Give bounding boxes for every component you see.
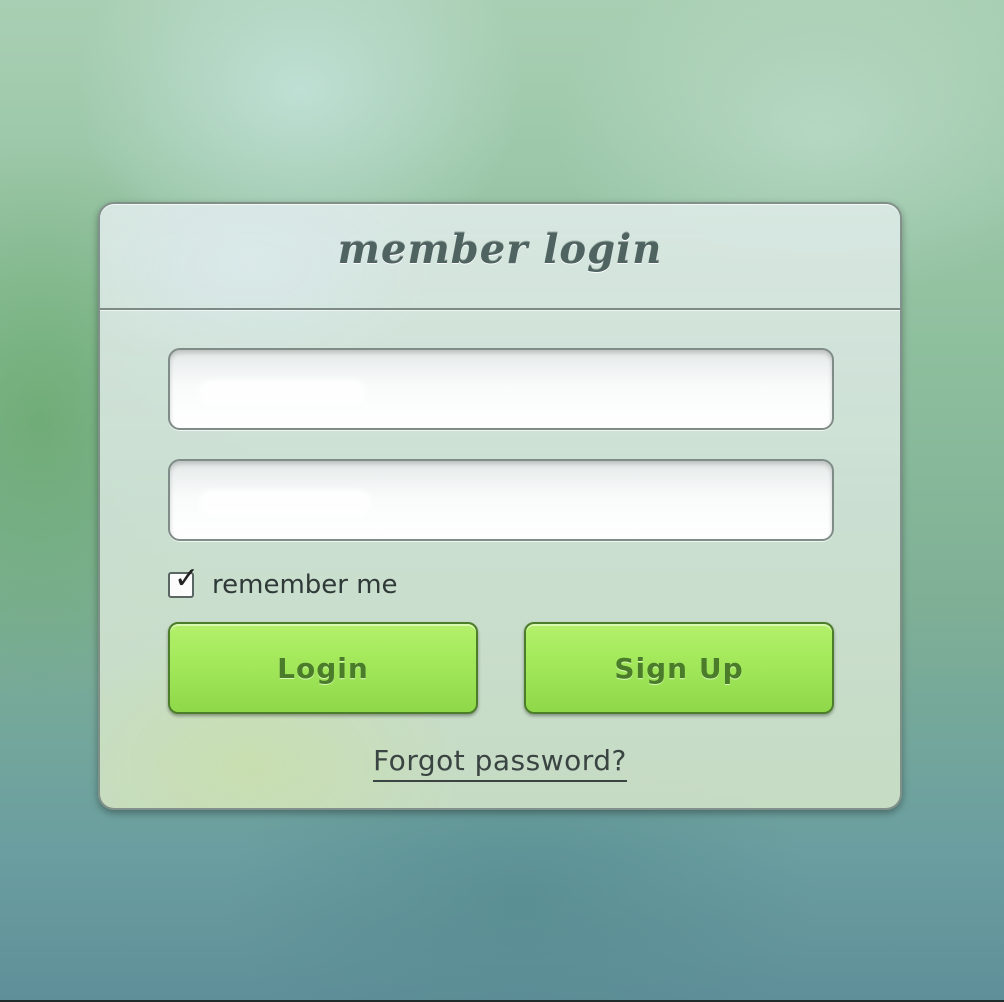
login-button[interactable]: Login <box>168 622 478 714</box>
header-divider <box>100 308 900 310</box>
checkmark-icon: ✓ <box>174 561 200 596</box>
login-panel: member login ✓ remember me Login Sign Up… <box>98 202 902 810</box>
forgot-password-row: Forgot password? <box>100 744 900 782</box>
username-redacted-text <box>200 380 365 406</box>
password-redacted-text <box>200 490 370 516</box>
sign-up-button[interactable]: Sign Up <box>524 622 834 714</box>
remember-me-checkbox[interactable]: ✓ <box>168 564 199 598</box>
remember-me-row: ✓ remember me <box>168 564 398 600</box>
remember-me-label[interactable]: remember me <box>212 570 398 600</box>
panel-title: member login <box>337 226 663 273</box>
forgot-password-link[interactable]: Forgot password? <box>373 744 627 782</box>
panel-header: member login <box>100 204 900 308</box>
